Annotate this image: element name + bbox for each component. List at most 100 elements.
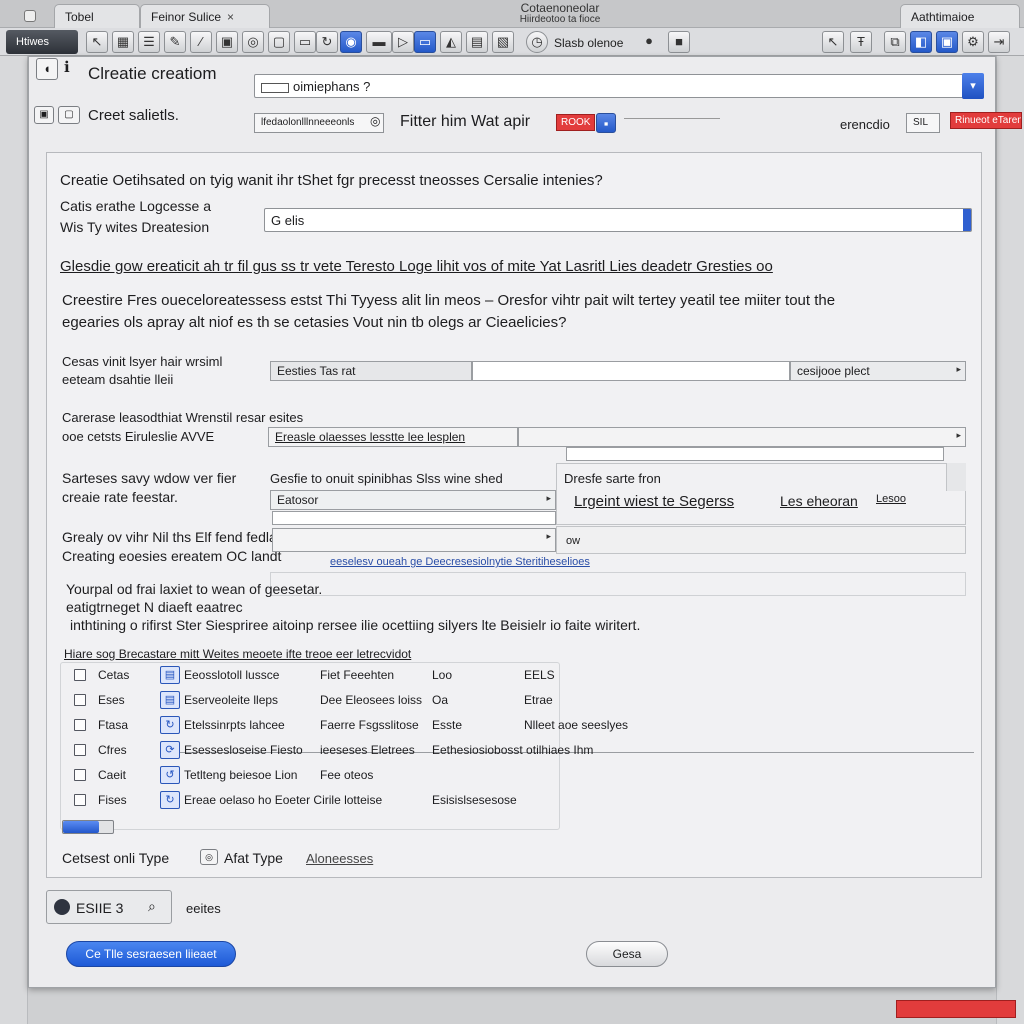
tab-2[interactable]: Feinor Sulice × (140, 4, 270, 28)
r3-side-text-2[interactable]: Les eheoran (780, 493, 858, 509)
row-col1: Tetlteng beiesoe Lion (184, 768, 298, 782)
list-item[interactable]: Cfres ⟳ Esessesloseise Fiesto ieeseses Elet… (72, 741, 712, 761)
alert-tag[interactable]: Rinueot eTarenll (950, 112, 1022, 129)
r2-select[interactable] (518, 427, 966, 447)
pointer-icon[interactable]: ↖ (86, 31, 108, 53)
square-icon[interactable]: ▢ (268, 31, 290, 53)
r3-side-text[interactable]: Lrgeint wiest te Segerss (574, 493, 734, 510)
list-icon[interactable]: ☰ (138, 31, 160, 53)
clear-icon[interactable]: ◎ (370, 114, 380, 128)
filter-toggle-icon[interactable]: ▪ (596, 113, 616, 133)
row-label: Fises (98, 793, 127, 807)
stop-icon[interactable]: ■ (668, 31, 690, 53)
row-icon[interactable]: ▤ (160, 691, 180, 709)
row-col3: Esisislsesesose (432, 793, 517, 807)
row-icon[interactable]: ⟳ (160, 741, 180, 759)
note-line3: inthtining o rifirst Ster Siespriree ait… (70, 617, 641, 633)
r1-input[interactable]: Eesties Tas rat (270, 361, 472, 381)
grid-icon[interactable]: ▦ (112, 31, 134, 53)
q1-label-2: Wis Ty wites Dreatesion (60, 219, 210, 235)
window-title-line1: Cotaenoneolar (520, 1, 600, 15)
play-icon[interactable]: ▷ (392, 31, 414, 53)
logo-icon: ◖ (36, 58, 58, 80)
row-checkbox[interactable] (74, 744, 86, 756)
r3-scrollbar[interactable] (946, 463, 966, 491)
tab-1[interactable]: Tobel (54, 4, 140, 28)
row-col1: Eserveoleite lleps (184, 693, 279, 707)
tab-label: Feinor Sulice (151, 10, 222, 24)
main-input-dropdown[interactable]: ▾ (962, 73, 984, 99)
q1-value: G elis (271, 213, 305, 228)
r3-side-number[interactable]: Lesoo (876, 493, 906, 505)
brush-icon[interactable]: ⁄ (190, 31, 212, 53)
card-icon[interactable]: ▭ (294, 31, 316, 53)
monitor-icon[interactable]: ▭ (414, 31, 436, 53)
image-icon[interactable]: ◭ (440, 31, 462, 53)
window-title: Cotaenoneolar Hiirdeotoo ta fioce (470, 1, 650, 25)
r1-select[interactable]: cesijooe plect (790, 361, 966, 381)
window-menu-icon[interactable] (24, 10, 36, 22)
row-icon[interactable]: ▤ (160, 666, 180, 684)
tab-right[interactable]: Aathtimaioe (900, 4, 1020, 28)
minus-icon[interactable]: ▬ (366, 31, 392, 53)
r3-select[interactable]: Eatosor (270, 490, 556, 510)
text-icon[interactable]: Ŧ (850, 31, 872, 53)
close-icon[interactable]: × (227, 10, 234, 24)
row-icon[interactable]: ↻ (160, 716, 180, 734)
right-box[interactable]: SIL (906, 113, 940, 133)
search-icon[interactable]: ⌕ (148, 898, 156, 915)
primary-button[interactable]: Ce Tlle sesraesen liieaet (66, 941, 236, 967)
row-checkbox[interactable] (74, 769, 86, 781)
link-row[interactable]: Glesdie gow ereaticit ah tr fil gus ss t… (60, 258, 773, 275)
content-type-link[interactable]: Aloneesses (306, 851, 373, 866)
r3-input[interactable] (272, 511, 556, 525)
q1-input[interactable]: G elis (264, 208, 972, 232)
mode-button[interactable]: Htiwes (6, 30, 78, 54)
progress-fill (63, 821, 99, 833)
target-icon[interactable]: ◉ (340, 31, 362, 53)
layers-icon[interactable]: ◧ (910, 31, 932, 53)
row-checkbox[interactable] (74, 694, 86, 706)
r4-box (270, 572, 966, 596)
list-item[interactable]: Ftasa ↻ Etelssinrpts lahcee Faerre Fsgsslit… (72, 716, 712, 736)
type-icon[interactable]: ◎ (200, 849, 218, 865)
r2-sub-input[interactable] (566, 447, 944, 461)
row-icon[interactable]: ↺ (160, 766, 180, 784)
clock-icon[interactable]: ◷ (526, 31, 548, 53)
frame-icon[interactable]: ▣ (216, 31, 238, 53)
r4-link[interactable]: eeselesv oueah ge Deecresesiolnytie Ster… (330, 556, 590, 568)
refresh-icon[interactable]: ↻ (316, 31, 338, 53)
pin-icon[interactable]: ● (642, 31, 656, 53)
row-checkbox[interactable] (74, 669, 86, 681)
main-input[interactable]: oimiephans ? (254, 74, 964, 98)
export-icon[interactable]: ⇥ (988, 31, 1010, 53)
r1-input-wide[interactable] (472, 361, 790, 381)
r2-input[interactable]: Ereasle olaesses lesstte lee lesplen (268, 427, 518, 447)
list-item[interactable]: Fises ↻ Ereae oelaso ho Eoeter Cirile lott… (72, 791, 712, 811)
left-sidebar (0, 56, 28, 1024)
row-col1: Esessesloseise Fiesto (184, 743, 303, 757)
row-label: Eses (98, 693, 125, 707)
right-box-value: SIL (913, 117, 929, 128)
list-item[interactable]: Caeit ↺ Tetlteng beiesoe Lion Fee oteos (72, 766, 712, 786)
secondary-button[interactable]: Gesa (586, 941, 668, 967)
r4-select[interactable] (272, 528, 556, 552)
q1-focus-bar (963, 209, 971, 231)
copy-icon[interactable]: ⧉ (884, 31, 906, 53)
pen-icon[interactable]: ✎ (164, 31, 186, 53)
row-checkbox[interactable] (74, 719, 86, 731)
row-icon[interactable]: ↻ (160, 791, 180, 809)
info-icon: ℹ (64, 59, 70, 76)
table-icon[interactable]: ▤ (466, 31, 488, 53)
globe-icon[interactable]: ◎ (242, 31, 264, 53)
cursor-icon[interactable]: ↖ (822, 31, 844, 53)
settings-icon[interactable]: ⚙ (962, 31, 984, 53)
panel-icon[interactable]: ▣ (936, 31, 958, 53)
list-item[interactable]: Cetas ▤ Eeosslotoll lussce Fiet Feeehten Loo… (72, 666, 712, 686)
window-icon[interactable]: ▧ (492, 31, 514, 53)
sub-input[interactable]: lfedaolonlllnneeeonls (254, 113, 384, 133)
list-item[interactable]: Eses ▤ Eserveoleite lleps Dee Eleosees lois… (72, 691, 712, 711)
r3-label: Sarteses savy wdow ver fier (62, 470, 237, 486)
row-checkbox[interactable] (74, 794, 86, 806)
row-col2: Dee Eleosees loiss (320, 693, 423, 707)
